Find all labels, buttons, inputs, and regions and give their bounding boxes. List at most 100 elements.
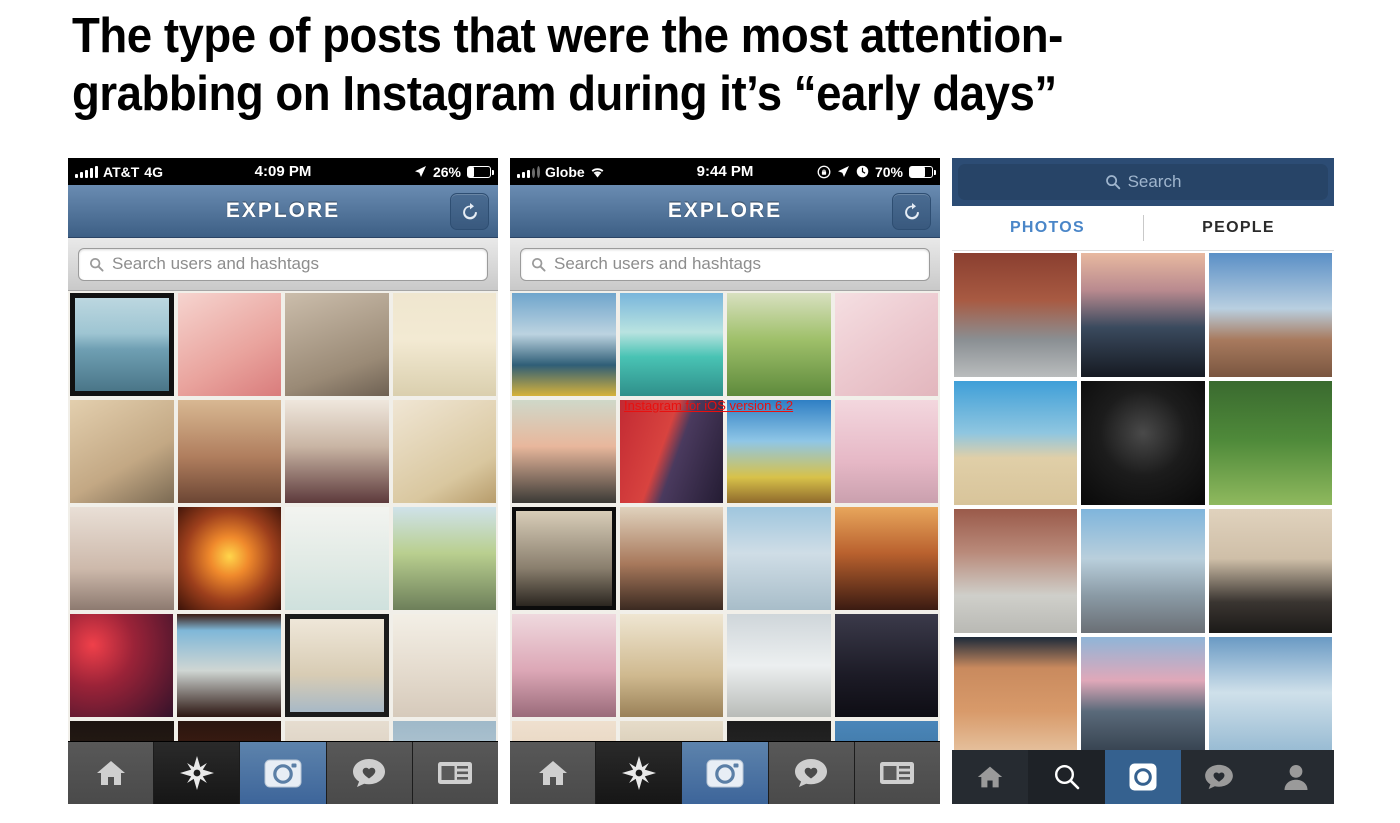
- photo-cell[interactable]: [70, 400, 174, 503]
- grid-row: [70, 400, 496, 503]
- refresh-button[interactable]: [892, 193, 931, 230]
- photo-grid: [68, 291, 498, 804]
- tab-people[interactable]: PEOPLE: [1143, 206, 1334, 250]
- photo-cell[interactable]: [285, 400, 389, 503]
- search-placeholder: Search: [1127, 172, 1182, 191]
- heart-bubble-icon: [1205, 764, 1234, 790]
- photo-cell[interactable]: [954, 253, 1078, 377]
- phone-screenshot-2: Globe 9:44 PM 70% EXPLORE Search users a…: [510, 158, 940, 804]
- search-icon: [531, 257, 546, 272]
- photo-cell[interactable]: [392, 293, 496, 396]
- photo-cell[interactable]: [619, 400, 723, 503]
- photo-cell[interactable]: [177, 507, 281, 610]
- grid-row: [512, 293, 938, 396]
- explore-navbar: EXPLORE: [68, 185, 498, 238]
- tab-explore[interactable]: [596, 742, 683, 804]
- photo-cell[interactable]: [1208, 253, 1332, 377]
- photo-cell[interactable]: [619, 614, 723, 717]
- photo-cell[interactable]: [727, 507, 831, 610]
- photo-cell[interactable]: [1208, 637, 1332, 761]
- rotation-lock-icon: [817, 165, 831, 178]
- tab-photos[interactable]: PHOTOS: [952, 206, 1143, 250]
- navbar-title: EXPLORE: [225, 199, 341, 222]
- battery-percent-label: 26%: [432, 163, 461, 180]
- photo-cell[interactable]: [512, 400, 616, 503]
- grid-row: [70, 293, 496, 396]
- photo-cell[interactable]: [1081, 509, 1205, 633]
- status-bar: Globe 9:44 PM 70%: [510, 158, 940, 185]
- photo-cell[interactable]: [177, 293, 282, 396]
- tab-home[interactable]: [510, 742, 597, 804]
- photo-cell[interactable]: [834, 400, 938, 503]
- search-bar-container: Search: [952, 158, 1334, 206]
- grid-row: [954, 509, 1332, 633]
- heart-bubble-icon: [795, 759, 828, 787]
- photo-cell[interactable]: [177, 614, 281, 717]
- news-feed-icon: [438, 762, 473, 784]
- photo-cell[interactable]: [1081, 637, 1205, 761]
- alarm-clock-icon: [856, 165, 869, 178]
- phone-screenshot-3: Search PHOTOS PEOPLE: [952, 158, 1334, 804]
- photo-cell[interactable]: [954, 381, 1078, 505]
- tab-bar: [68, 741, 498, 804]
- tab-home[interactable]: [68, 742, 155, 804]
- photo-cell[interactable]: [177, 400, 281, 503]
- location-arrow-icon: [837, 166, 849, 177]
- photo-cell[interactable]: [954, 509, 1078, 633]
- navbar-title: EXPLORE: [667, 199, 783, 222]
- photo-cell[interactable]: [1081, 253, 1205, 377]
- tab-news[interactable]: [412, 742, 498, 804]
- photo-cell[interactable]: [392, 614, 496, 717]
- status-bar-right: 70%: [817, 158, 936, 185]
- photo-cell[interactable]: [284, 614, 389, 717]
- explore-navbar: EXPLORE: [510, 185, 940, 238]
- explore-star-icon: [621, 756, 656, 790]
- tab-camera[interactable]: [240, 742, 327, 804]
- photo-cell[interactable]: [1208, 381, 1332, 505]
- battery-icon: [467, 165, 494, 178]
- photo-cell[interactable]: [619, 293, 723, 396]
- camera-icon: [264, 759, 302, 788]
- photo-cell[interactable]: [727, 614, 831, 717]
- photo-cell[interactable]: [619, 507, 724, 610]
- heart-bubble-icon: [353, 759, 386, 787]
- tab-activity[interactable]: [1181, 750, 1258, 804]
- photo-cell[interactable]: [727, 293, 831, 396]
- grid-row: [512, 507, 938, 610]
- photo-cell[interactable]: [70, 293, 174, 396]
- photo-cell[interactable]: [512, 507, 616, 610]
- search-input[interactable]: Search users and hashtags: [78, 247, 488, 281]
- photo-cell[interactable]: [834, 293, 938, 396]
- photo-cell[interactable]: [392, 400, 496, 503]
- tab-home[interactable]: [952, 750, 1029, 804]
- photo-cell[interactable]: [834, 507, 938, 610]
- photo-cell[interactable]: [70, 507, 174, 610]
- tab-explore[interactable]: [154, 742, 241, 804]
- photo-cell[interactable]: [512, 614, 616, 717]
- search-icon: [1054, 764, 1079, 790]
- tab-profile[interactable]: [1257, 750, 1334, 804]
- photo-cell[interactable]: [1081, 381, 1205, 505]
- photo-cell[interactable]: [727, 400, 831, 503]
- photo-cell[interactable]: [70, 614, 174, 717]
- photo-cell[interactable]: [834, 614, 938, 717]
- search-placeholder: Search users and hashtags: [112, 254, 319, 273]
- tab-activity[interactable]: [326, 742, 413, 804]
- photo-cell[interactable]: [1208, 509, 1332, 633]
- refresh-button[interactable]: [450, 193, 489, 230]
- tab-camera[interactable]: [682, 742, 769, 804]
- tab-camera[interactable]: [1104, 750, 1182, 804]
- clock-label: 4:09 PM: [254, 163, 312, 180]
- search-input[interactable]: Search users and hashtags: [520, 247, 930, 281]
- photo-cell[interactable]: [285, 507, 389, 610]
- search-input[interactable]: Search: [958, 164, 1328, 200]
- search-placeholder: Search users and hashtags: [554, 254, 761, 273]
- tab-activity[interactable]: [768, 742, 855, 804]
- phone-screenshot-1: AT&T 4G 4:09 PM 26% EXPLORE Search users…: [68, 158, 498, 804]
- photo-cell[interactable]: [954, 637, 1078, 761]
- photo-cell[interactable]: [285, 293, 389, 396]
- tab-news[interactable]: [854, 742, 940, 804]
- photo-cell[interactable]: [512, 293, 616, 396]
- tab-search[interactable]: [1028, 750, 1105, 804]
- photo-cell[interactable]: [392, 507, 496, 610]
